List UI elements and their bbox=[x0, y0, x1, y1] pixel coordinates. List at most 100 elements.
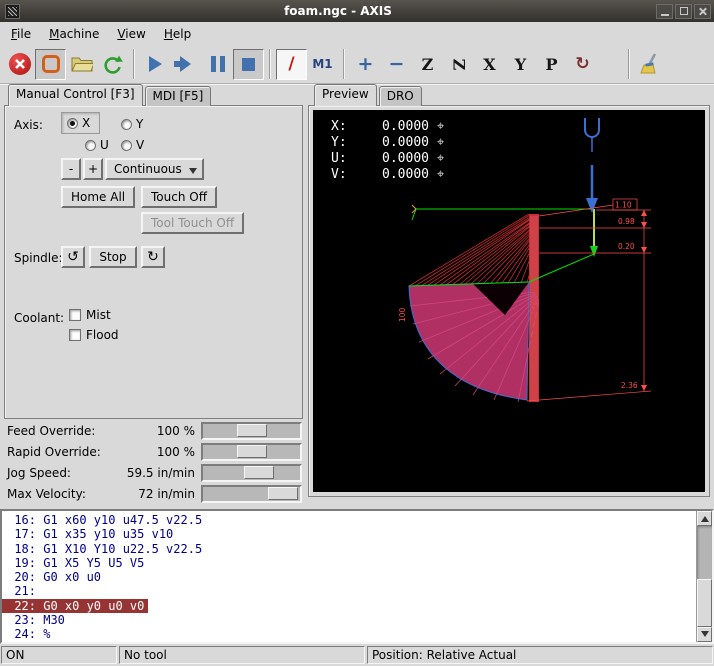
preview-canvas[interactable]: 1.10 0.98 0.20 2.36 100 X: 0.0000 ⌖ Y: 0… bbox=[313, 110, 705, 492]
flood-label: Flood bbox=[86, 328, 119, 342]
axis-radio-u[interactable]: U bbox=[85, 138, 109, 152]
skip-lines-button[interactable]: / bbox=[276, 49, 307, 80]
feed-override-slider[interactable] bbox=[201, 422, 302, 440]
estop-button[interactable] bbox=[4, 49, 35, 80]
plot-tool-arrow bbox=[585, 118, 599, 213]
gcode-line[interactable]: 23: M30 bbox=[2, 613, 69, 627]
machine-power-button[interactable] bbox=[35, 49, 66, 80]
tab-manual-control[interactable]: Manual Control [F3] bbox=[8, 84, 143, 106]
view-x-button[interactable]: X bbox=[474, 49, 505, 80]
right-tab-bar: Preview DRO bbox=[314, 84, 424, 106]
slider-thumb[interactable] bbox=[237, 445, 267, 458]
overrides-panel: Feed Override: 100 % Rapid Override: 100… bbox=[0, 421, 306, 505]
gcode-listing: 16: G1 x60 y10 u47.5 v22.517: G1 x35 y10… bbox=[0, 509, 714, 644]
toolbar-separator bbox=[628, 49, 630, 79]
close-button[interactable] bbox=[694, 4, 711, 19]
rapid-override-slider[interactable] bbox=[201, 443, 302, 461]
gcode-line[interactable]: 22: G0 x0 y0 u0 v0 bbox=[2, 599, 148, 613]
gcode-line[interactable]: 18: G1 X10 Y10 u22.5 v22.5 bbox=[2, 542, 206, 556]
view-p-icon: P bbox=[545, 55, 557, 74]
home-all-button[interactable]: Home All bbox=[61, 186, 135, 208]
axis-label: Axis: bbox=[14, 118, 43, 132]
jog-plus-button[interactable]: + bbox=[83, 158, 103, 180]
jog-speed-slider[interactable] bbox=[201, 464, 302, 482]
rotate-view-button[interactable]: ↻ bbox=[567, 49, 598, 80]
radio-dot-icon bbox=[85, 140, 96, 151]
gcode-line[interactable]: 19: G1 X5 Y5 U5 V5 bbox=[2, 556, 148, 570]
rapid-override-value: 100 % bbox=[95, 445, 195, 459]
homed-icon: ⌖ bbox=[437, 119, 444, 134]
gcode-line[interactable]: 20: G0 x0 u0 bbox=[2, 570, 105, 584]
scroll-up-button[interactable] bbox=[697, 511, 712, 526]
mist-checkbox[interactable]: Mist bbox=[69, 308, 111, 322]
svg-text:0.98: 0.98 bbox=[618, 217, 635, 226]
readout-axis-label: X: bbox=[331, 119, 357, 134]
scroll-down-button[interactable] bbox=[697, 627, 712, 642]
menu-machine[interactable]: Machine bbox=[40, 24, 108, 44]
gcode-lines: 16: G1 x60 y10 u47.5 v22.517: G1 x35 y10… bbox=[2, 511, 696, 642]
run-step-button[interactable] bbox=[171, 49, 202, 80]
readout-value: 0.0000 bbox=[357, 135, 429, 150]
spindle-cw-button[interactable]: ↻ bbox=[141, 246, 165, 268]
skip-lines-icon: / bbox=[288, 54, 294, 74]
zoom-out-button[interactable]: − bbox=[381, 49, 412, 80]
gcode-line[interactable]: 16: G1 x60 y10 u47.5 v22.5 bbox=[2, 513, 206, 527]
readout-axis-label: Y: bbox=[331, 135, 357, 150]
tool-touch-off-button[interactable]: Tool Touch Off bbox=[141, 212, 244, 234]
axis-radio-v[interactable]: V bbox=[121, 138, 144, 152]
slider-thumb[interactable] bbox=[237, 424, 267, 437]
tab-mdi[interactable]: MDI [F5] bbox=[145, 86, 212, 106]
max-velocity-slider[interactable] bbox=[201, 485, 302, 503]
view-y-button[interactable]: Y bbox=[505, 49, 536, 80]
arrow-down-icon bbox=[701, 631, 709, 641]
zoom-in-button[interactable]: + bbox=[350, 49, 381, 80]
rapid-override-row: Rapid Override: 100 % bbox=[0, 442, 306, 463]
svg-text:0.20: 0.20 bbox=[618, 242, 635, 251]
spindle-ccw-button[interactable]: ↺ bbox=[61, 246, 85, 268]
view-z-rotated-button[interactable]: Z bbox=[443, 49, 474, 80]
pause-button[interactable] bbox=[202, 49, 233, 80]
gcode-scrollbar[interactable] bbox=[696, 511, 712, 642]
menu-file[interactable]: File bbox=[2, 24, 40, 44]
tab-preview[interactable]: Preview bbox=[314, 84, 377, 106]
axis-radio-v-label: V bbox=[136, 138, 144, 152]
axis-radio-x[interactable]: X bbox=[61, 112, 100, 134]
readout-row-y: Y: 0.0000 ⌖ bbox=[331, 134, 444, 150]
minimize-button[interactable] bbox=[656, 4, 673, 19]
menu-help[interactable]: Help bbox=[155, 24, 200, 44]
menu-view[interactable]: View bbox=[108, 24, 154, 44]
clear-plot-button[interactable] bbox=[635, 49, 666, 80]
close-icon bbox=[698, 7, 707, 16]
run-button[interactable] bbox=[140, 49, 171, 80]
slider-thumb[interactable] bbox=[244, 466, 274, 479]
gcode-line[interactable]: 21: bbox=[2, 584, 47, 598]
slider-thumb[interactable] bbox=[268, 487, 298, 500]
view-z-rotated-icon: Z bbox=[449, 58, 468, 70]
statusbar: ON No tool Position: Relative Actual bbox=[0, 646, 714, 664]
optional-stop-icon: M1 bbox=[312, 57, 332, 71]
open-file-button[interactable] bbox=[66, 49, 97, 80]
reload-button[interactable] bbox=[97, 49, 128, 80]
gcode-line[interactable]: 17: G1 x35 y10 u35 v10 bbox=[2, 527, 177, 541]
view-z-button[interactable]: Z bbox=[412, 49, 443, 80]
max-velocity-value: 72 in/min bbox=[95, 487, 195, 501]
jog-speed-value: 59.5 in/min bbox=[95, 466, 195, 480]
flood-checkbox[interactable]: Flood bbox=[69, 328, 119, 342]
jog-mode-value: Continuous bbox=[114, 162, 182, 176]
axis-window: { "window": { "title": "foam.ngc - AXIS"… bbox=[0, 0, 714, 666]
tab-dro[interactable]: DRO bbox=[379, 86, 422, 106]
optional-stop-button[interactable]: M1 bbox=[307, 49, 338, 80]
gcode-line[interactable]: 24: % bbox=[2, 627, 54, 641]
touch-off-button[interactable]: Touch Off bbox=[141, 186, 217, 208]
broom-icon bbox=[640, 53, 662, 75]
jog-mode-dropdown[interactable]: Continuous bbox=[105, 158, 204, 180]
toolbar: / M1 + − Z Z X Y P ↻ bbox=[0, 45, 714, 84]
scrollbar-trough[interactable] bbox=[697, 526, 712, 627]
scrollbar-thumb[interactable] bbox=[697, 579, 712, 627]
axis-radio-y[interactable]: Y bbox=[121, 117, 143, 131]
spindle-stop-button[interactable]: Stop bbox=[89, 246, 137, 268]
maximize-button[interactable] bbox=[675, 4, 692, 19]
stop-button[interactable] bbox=[233, 49, 264, 80]
view-p-button[interactable]: P bbox=[536, 49, 567, 80]
jog-minus-button[interactable]: - bbox=[61, 158, 81, 180]
